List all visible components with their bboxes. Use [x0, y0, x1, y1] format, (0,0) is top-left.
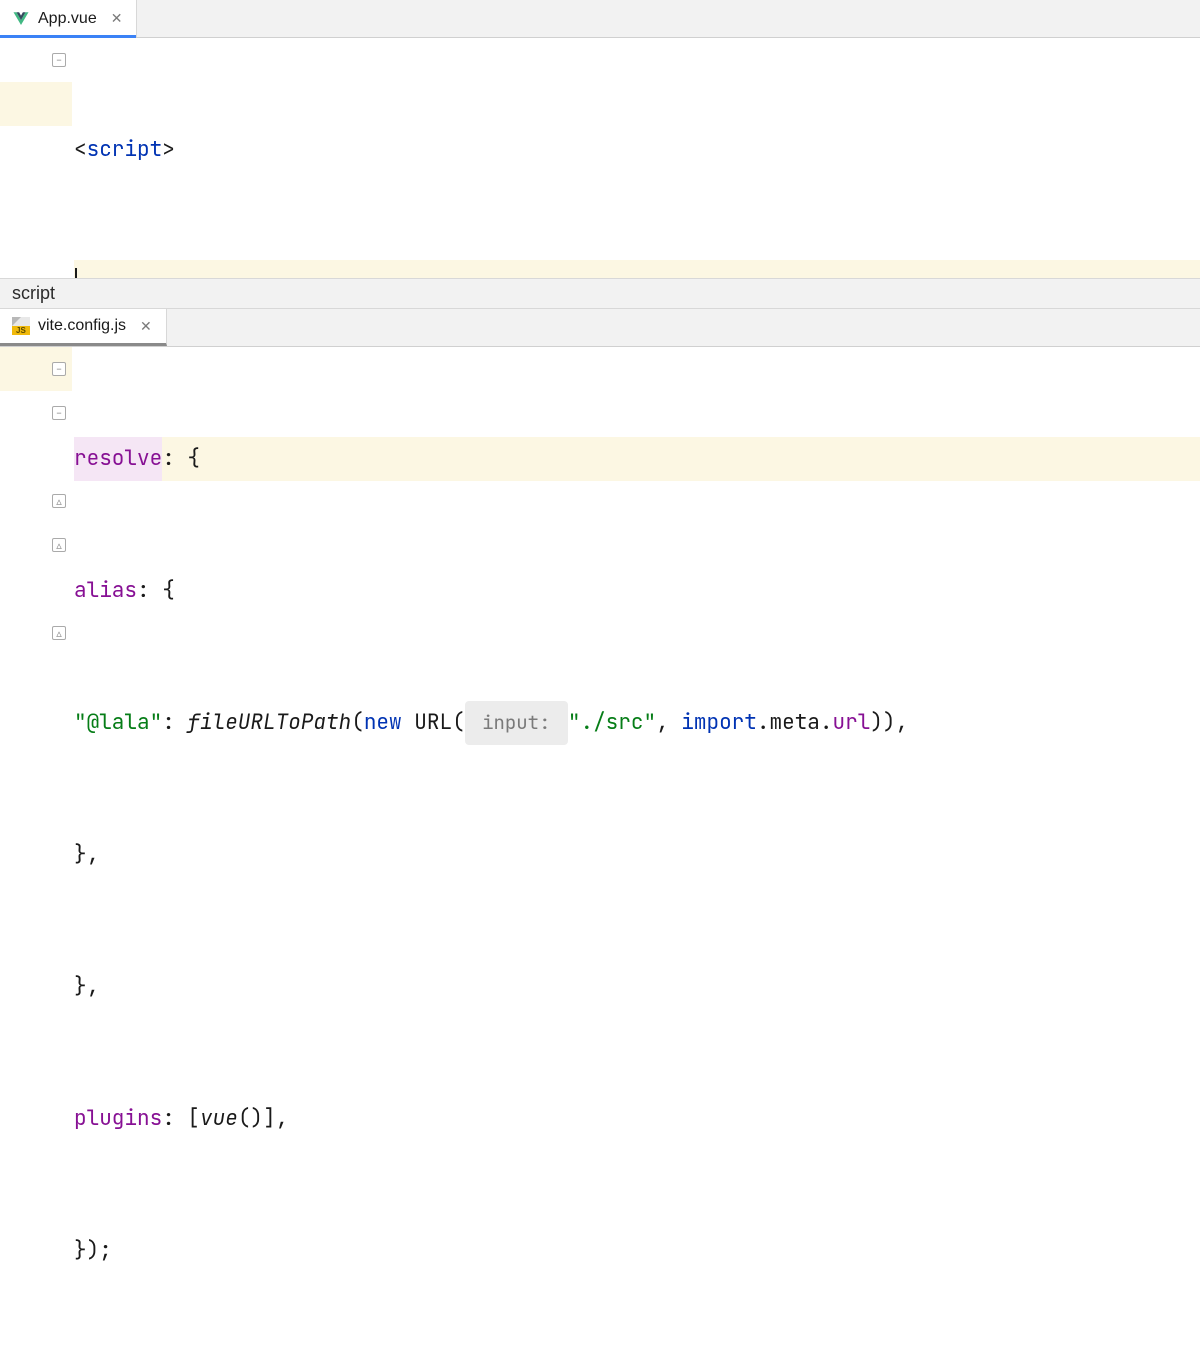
code-line: alias: {: [74, 569, 1200, 613]
gutter: − − ▵ ▵ ▵: [0, 347, 72, 1361]
code-area[interactable]: resolve: { alias: { "@lala": fileURLToPa…: [72, 347, 1200, 1361]
tab-label: vite.config.js: [38, 317, 126, 335]
vue-file-icon: [12, 10, 30, 28]
code-line: resolve: {: [74, 437, 1200, 481]
close-icon[interactable]: ✕: [107, 8, 127, 29]
svg-text:JS: JS: [16, 326, 26, 335]
breadcrumb[interactable]: script: [0, 278, 1200, 309]
inlay-hint: input:: [465, 701, 568, 745]
editor-body[interactable]: − − ▵ ▵ ▵ resolve: { alias: { "@lala": f…: [0, 347, 1200, 1361]
close-icon[interactable]: ✕: [136, 316, 156, 337]
code-line: },: [74, 965, 1200, 1009]
bottom-tab-bar: JS vite.config.js ✕: [0, 309, 1200, 347]
fold-marker[interactable]: ▵: [0, 611, 72, 655]
top-editor-pane: App.vue ✕ − <script>: [0, 0, 1200, 278]
ide-root: App.vue ✕ − <script> script: [0, 0, 1200, 690]
code-line: });: [74, 1229, 1200, 1273]
gutter: −: [0, 38, 72, 278]
editor-body[interactable]: − <script>: [0, 38, 1200, 278]
top-editor-body: − <script>: [0, 38, 1200, 278]
tab-label: App.vue: [38, 10, 97, 28]
breadcrumb-item: script: [12, 283, 55, 304]
code-line: },: [74, 833, 1200, 877]
bottom-editor-body: − − ▵ ▵ ▵ resolve: { alias: { "@lala": f…: [0, 347, 1200, 1361]
fold-marker[interactable]: ▵: [0, 479, 72, 523]
tab-app-vue[interactable]: App.vue ✕: [0, 0, 137, 37]
text-cursor: [75, 268, 77, 278]
fold-marker[interactable]: −: [0, 391, 72, 435]
fold-marker[interactable]: −: [0, 38, 72, 82]
code-line: <script>: [74, 128, 1200, 172]
fold-marker[interactable]: −: [0, 347, 72, 391]
tab-vite-config[interactable]: JS vite.config.js ✕: [0, 309, 167, 346]
code-line-active: [74, 260, 1200, 278]
code-line: "@lala": fileURLToPath(new URL( input: "…: [74, 701, 1200, 745]
bottom-editor-pane: JS vite.config.js ✕ − − ▵ ▵ ▵: [0, 309, 1200, 1361]
top-tab-bar: App.vue ✕: [0, 0, 1200, 38]
code-line: plugins: [vue()],: [74, 1097, 1200, 1141]
fold-marker[interactable]: ▵: [0, 523, 72, 567]
js-file-icon: JS: [12, 317, 30, 335]
code-area[interactable]: <script>: [72, 38, 1200, 278]
